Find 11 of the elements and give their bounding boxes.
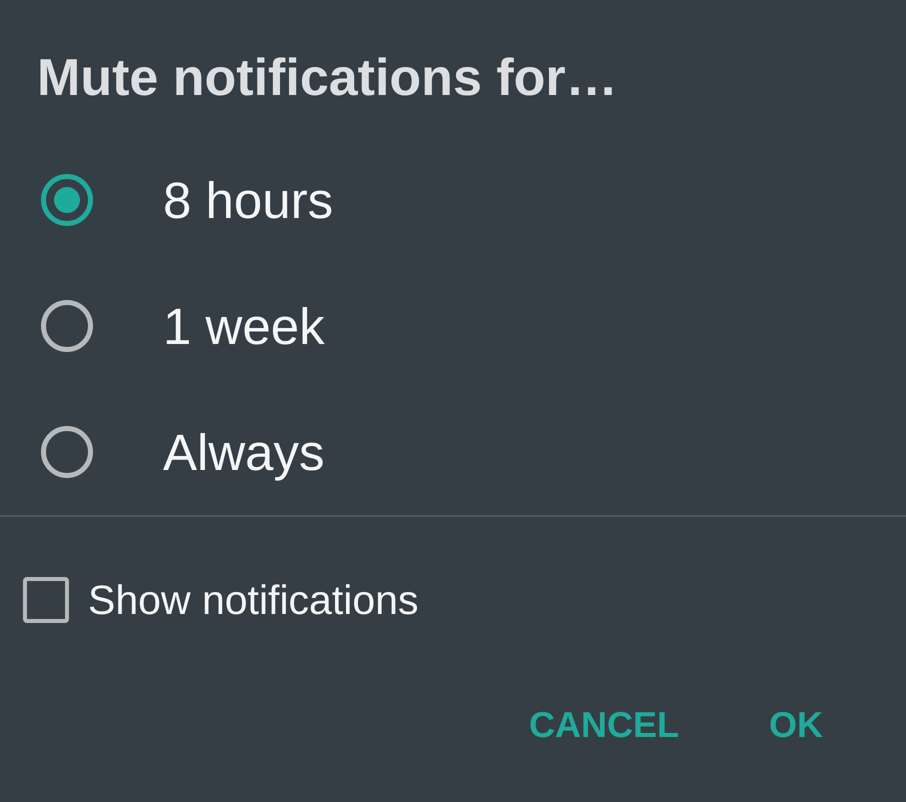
option-label[interactable]: 1 week [163,296,325,356]
option-label[interactable]: 8 hours [163,170,334,230]
checkbox-label[interactable]: Show notifications [88,576,418,624]
confirm-button[interactable]: OK [753,692,839,758]
cancel-button[interactable]: CANCEL [513,692,695,758]
radio-empty-icon[interactable] [41,300,93,352]
radio-empty-icon[interactable] [41,426,93,478]
dialog-title: Mute notifications for… [36,48,619,109]
radio-selected-icon[interactable] [41,174,93,226]
checkbox[interactable] [23,577,69,623]
option-label[interactable]: Always [163,422,325,482]
